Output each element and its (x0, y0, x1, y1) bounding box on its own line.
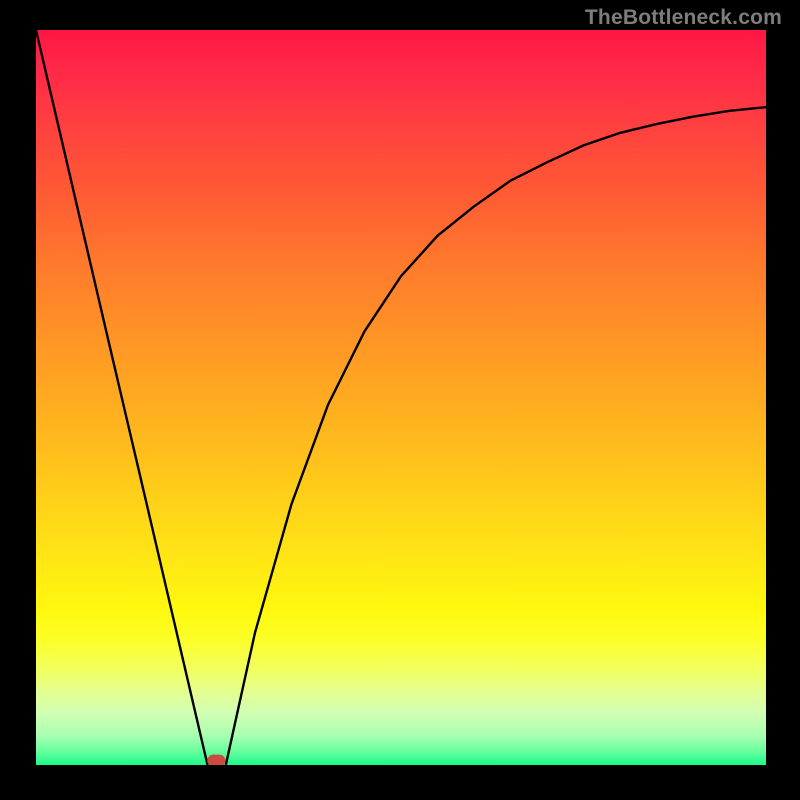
curve-layer (36, 30, 766, 765)
plot-area (36, 30, 766, 765)
curve-left-branch (36, 30, 208, 765)
chart-frame: TheBottleneck.com (0, 0, 800, 800)
watermark-text: TheBottleneck.com (585, 6, 782, 30)
minimum-marker (207, 755, 225, 765)
curve-right-branch (226, 107, 766, 765)
